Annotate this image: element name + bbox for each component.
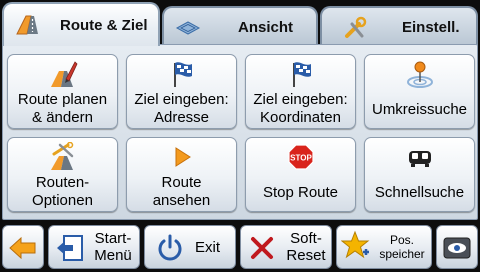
close-icon xyxy=(251,237,273,259)
tab-label: Einstell. xyxy=(402,18,460,36)
routen-optionen-button[interactable]: Routen- Optionen xyxy=(7,137,118,212)
route-planen-button[interactable]: Route planen & ändern xyxy=(7,54,118,129)
stop-sign-icon: STOP xyxy=(288,144,314,170)
power-icon xyxy=(158,234,182,261)
button-label: Route ansehen xyxy=(152,174,211,209)
route-edit-icon xyxy=(51,61,78,87)
checkered-flag-icon xyxy=(174,62,192,87)
road-icon xyxy=(16,15,38,35)
start-menu-label: Start- Menü xyxy=(94,230,132,264)
start-menu-button[interactable]: Start- Menü xyxy=(48,225,140,269)
ziel-adresse-button[interactable]: Ziel eingeben: Adresse xyxy=(126,54,237,129)
button-label: Ziel eingeben: Adresse xyxy=(134,91,229,126)
tab-einstell[interactable]: Einstell. xyxy=(320,6,478,46)
bottom-toolbar: Start- Menü Exit Soft- Reset Pos. speich… xyxy=(0,222,480,272)
button-label: Route planen & ändern xyxy=(17,91,108,126)
tab-ansicht[interactable]: Ansicht xyxy=(162,6,318,46)
map-icon xyxy=(175,21,201,35)
route-ansehen-button[interactable]: Route ansehen xyxy=(126,137,237,212)
view-button[interactable] xyxy=(436,225,478,269)
pos-speicher-button[interactable]: Pos. speicher xyxy=(336,225,432,269)
soft-reset-button[interactable]: Soft- Reset xyxy=(240,225,332,269)
button-label: Schnellsuche xyxy=(374,184,465,201)
eye-icon xyxy=(443,237,471,259)
tab-label: Route & Ziel xyxy=(60,16,148,34)
tab-route-ziel[interactable]: Route & Ziel xyxy=(2,2,160,46)
soft-reset-label: Soft- Reset xyxy=(286,230,326,264)
button-label: Routen- Optionen xyxy=(32,174,93,209)
exit-button[interactable]: Exit xyxy=(144,225,236,269)
back-button[interactable] xyxy=(2,225,44,269)
tab-label: Ansicht xyxy=(238,18,294,36)
route-tools-icon xyxy=(51,142,74,170)
ziel-koordinaten-button[interactable]: Ziel eingeben: Koordinaten xyxy=(245,54,356,129)
map-pin-icon xyxy=(407,61,433,88)
button-label: Stop Route xyxy=(262,184,339,201)
schnellsuche-button[interactable]: Schnellsuche xyxy=(364,137,475,212)
button-label: Ziel eingeben: Koordinaten xyxy=(253,91,348,126)
checkered-flag-icon xyxy=(293,62,311,87)
exit-label: Exit xyxy=(195,238,221,256)
svg-text:STOP: STOP xyxy=(290,154,312,163)
button-label: Umkreissuche xyxy=(371,101,468,118)
play-icon xyxy=(175,147,191,167)
back-arrow-icon xyxy=(9,236,36,260)
star-plus-icon xyxy=(341,230,370,259)
umkreissuche-button[interactable]: Umkreissuche xyxy=(364,54,475,129)
tab-bar: Route & Ziel Ansicht Einstell. xyxy=(0,0,480,46)
start-menu-icon xyxy=(57,235,83,261)
tools-icon xyxy=(345,16,367,38)
car-icon xyxy=(409,151,431,167)
pos-speicher-label: Pos. speicher xyxy=(379,233,425,261)
stop-route-button[interactable]: STOP Stop Route xyxy=(245,137,356,212)
menu-panel: Route planen & ändern Ziel eingeben: Adr… xyxy=(2,44,478,220)
